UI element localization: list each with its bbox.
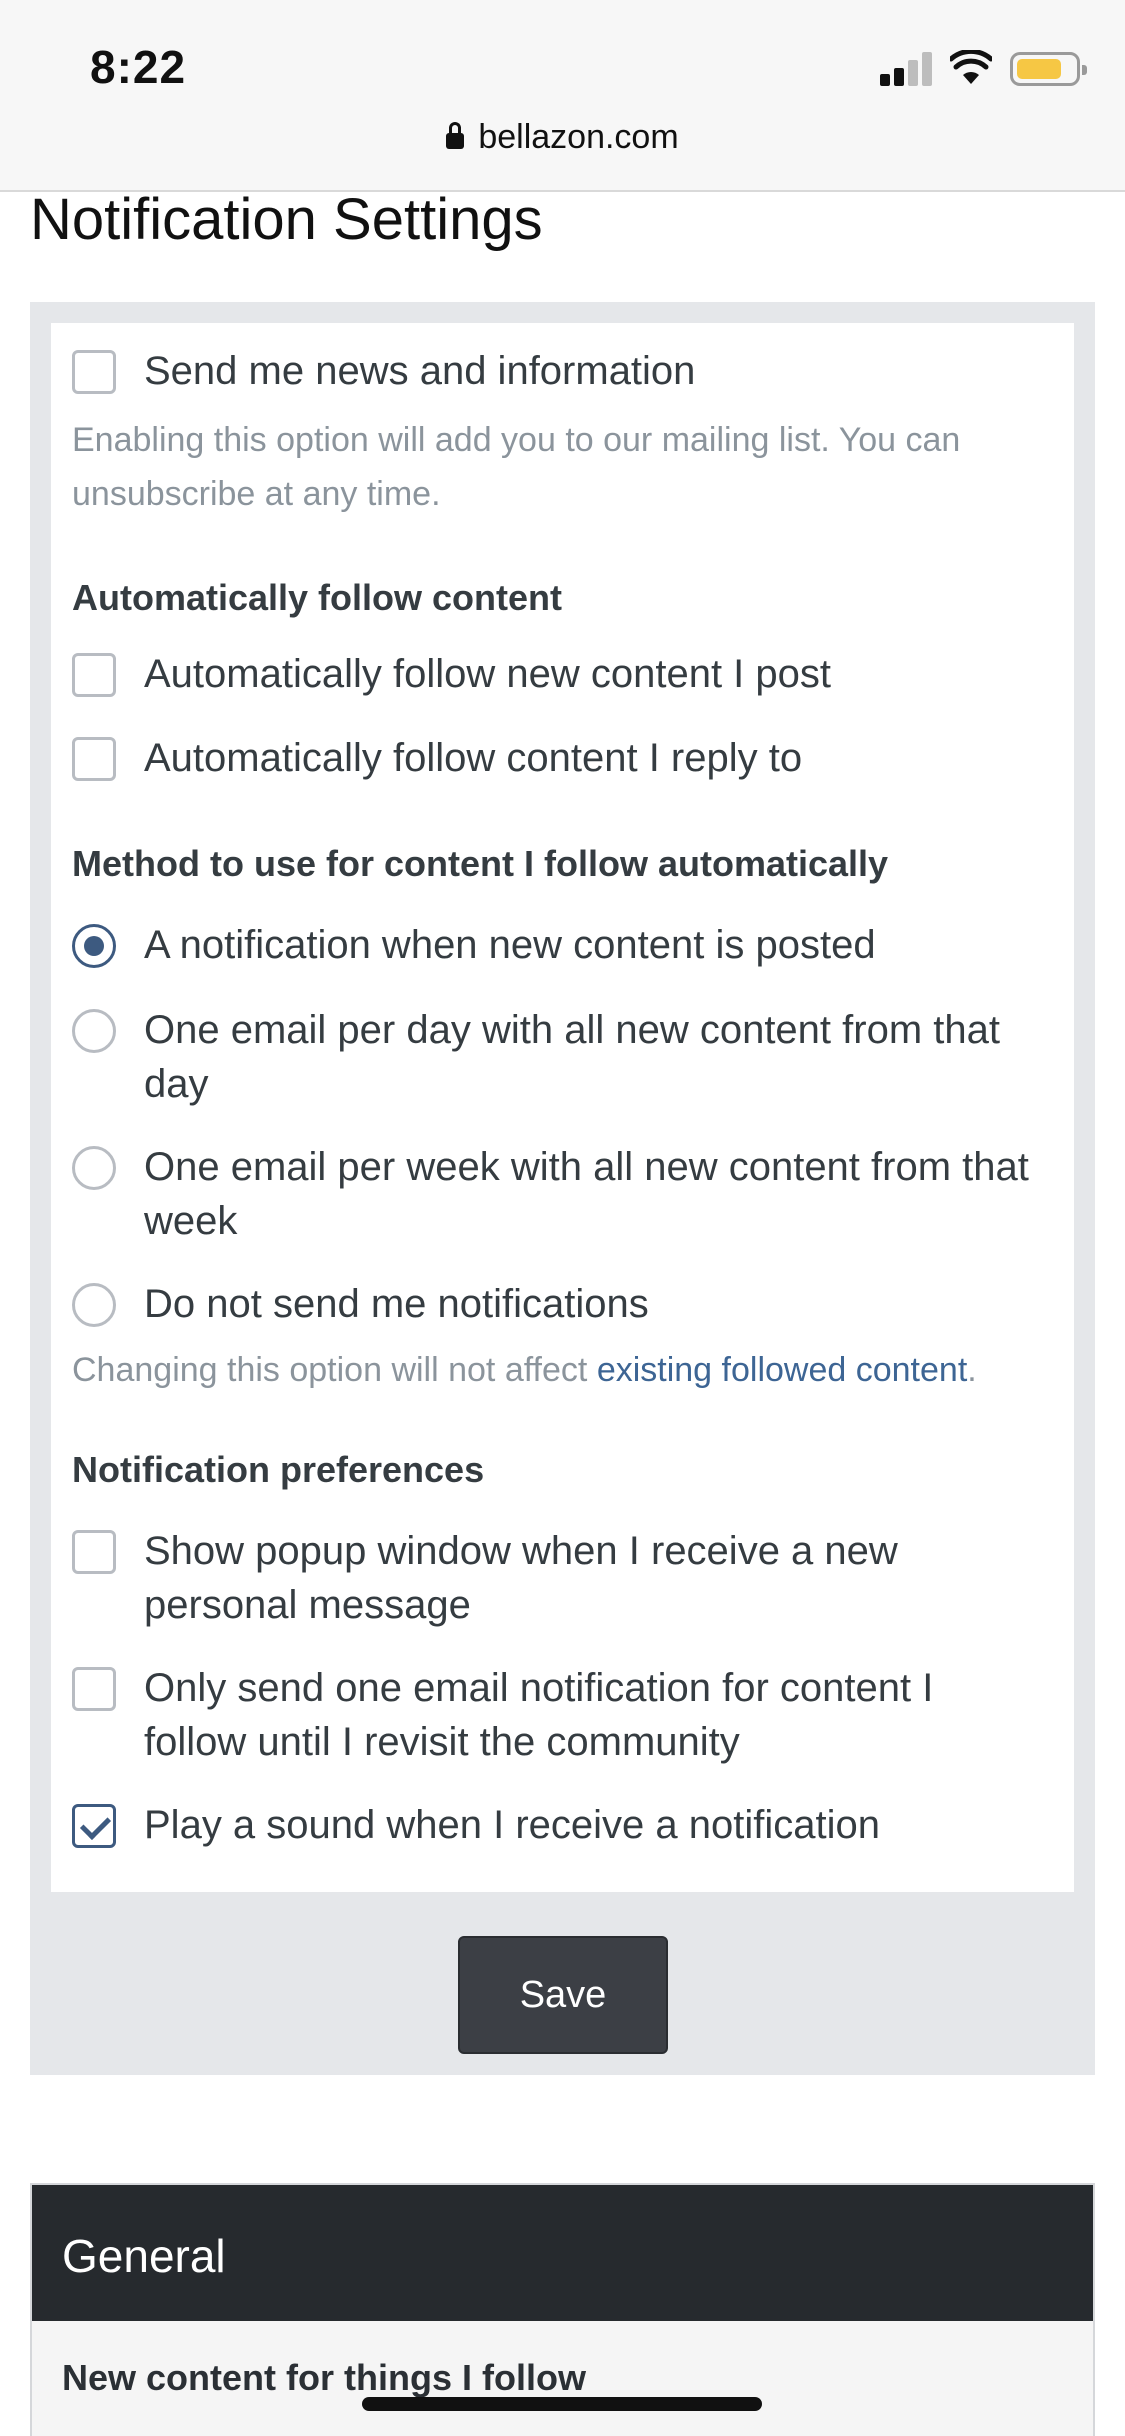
method-none-label: Do not send me notifications — [144, 1282, 649, 1326]
auto-follow-reply-checkbox[interactable] — [72, 737, 116, 781]
method-help-text: Changing this option will not affect exi… — [72, 1343, 977, 1397]
method-help-prefix: Changing this option will not affect — [72, 1351, 597, 1389]
general-header: General — [32, 2185, 1093, 2321]
pref-one-email-option[interactable]: Only send one email notification for con… — [72, 1666, 1032, 1769]
news-help-text: Enabling this option will add you to our… — [72, 421, 961, 513]
settings-card: Send me news and information Enabling th… — [51, 323, 1074, 1892]
page-title: Notification Settings — [30, 187, 543, 252]
auto-follow-post-label: Automatically follow new content I post — [144, 652, 832, 696]
news-checkbox[interactable] — [72, 350, 116, 394]
method-notification-radio[interactable] — [72, 924, 116, 968]
auto-follow-reply-label: Automatically follow content I reply to — [144, 736, 803, 780]
auto-follow-post-checkbox[interactable] — [72, 653, 116, 697]
url-bar[interactable]: bellazon.com — [0, 118, 1125, 157]
general-title: General — [62, 2230, 226, 2282]
news-option[interactable]: Send me news and information — [72, 349, 695, 398]
method-none-radio[interactable] — [72, 1283, 116, 1327]
pref-sound-option[interactable]: Play a sound when I receive a notificati… — [72, 1803, 880, 1852]
existing-followed-content-link[interactable]: existing followed content — [597, 1351, 967, 1389]
method-daily-option[interactable]: One email per day with all new content f… — [72, 1008, 1032, 1111]
method-daily-label: One email per day with all new content f… — [144, 1008, 1000, 1106]
settings-panel: Send me news and information Enabling th… — [30, 302, 1095, 2075]
method-notification-option[interactable]: A notification when new content is poste… — [72, 923, 876, 972]
status-time: 8:22 — [90, 41, 187, 93]
auto-follow-post-option[interactable]: Automatically follow new content I post — [72, 652, 831, 701]
pref-sound-label: Play a sound when I receive a notificati… — [144, 1803, 880, 1847]
pref-popup-checkbox[interactable] — [72, 1530, 116, 1574]
method-weekly-label: One email per week with all new content … — [144, 1145, 1029, 1243]
battery-icon — [1010, 52, 1087, 86]
pref-one-email-label: Only send one email notification for con… — [144, 1666, 934, 1764]
url-domain: bellazon.com — [478, 118, 679, 156]
method-daily-radio[interactable] — [72, 1009, 116, 1053]
cellular-signal-icon — [880, 52, 934, 86]
pref-sound-checkbox[interactable] — [72, 1804, 116, 1848]
pref-popup-option[interactable]: Show popup window when I receive a new p… — [72, 1529, 1032, 1632]
method-help-suffix: . — [967, 1351, 977, 1389]
pref-popup-label: Show popup window when I receive a new p… — [144, 1529, 898, 1627]
save-button[interactable]: Save — [458, 1936, 668, 2054]
pref-one-email-checkbox[interactable] — [72, 1667, 116, 1711]
browser-top-bar: 8:22 bellazon.com — [0, 0, 1125, 192]
auto-follow-heading: Automatically follow content — [72, 577, 563, 618]
auto-follow-reply-option[interactable]: Automatically follow content I reply to — [72, 736, 802, 785]
method-none-option[interactable]: Do not send me notifications — [72, 1282, 649, 1331]
general-subtitle: New content for things I follow — [62, 2357, 586, 2398]
method-notification-label: A notification when new content is poste… — [144, 923, 876, 967]
method-heading: Method to use for content I follow autom… — [72, 843, 889, 884]
home-indicator[interactable] — [362, 2397, 762, 2411]
method-weekly-option[interactable]: One email per week with all new content … — [72, 1145, 1032, 1248]
lock-icon — [446, 122, 465, 149]
wifi-icon — [950, 50, 992, 84]
preferences-heading: Notification preferences — [72, 1449, 485, 1490]
news-label: Send me news and information — [144, 349, 696, 393]
method-weekly-radio[interactable] — [72, 1146, 116, 1190]
